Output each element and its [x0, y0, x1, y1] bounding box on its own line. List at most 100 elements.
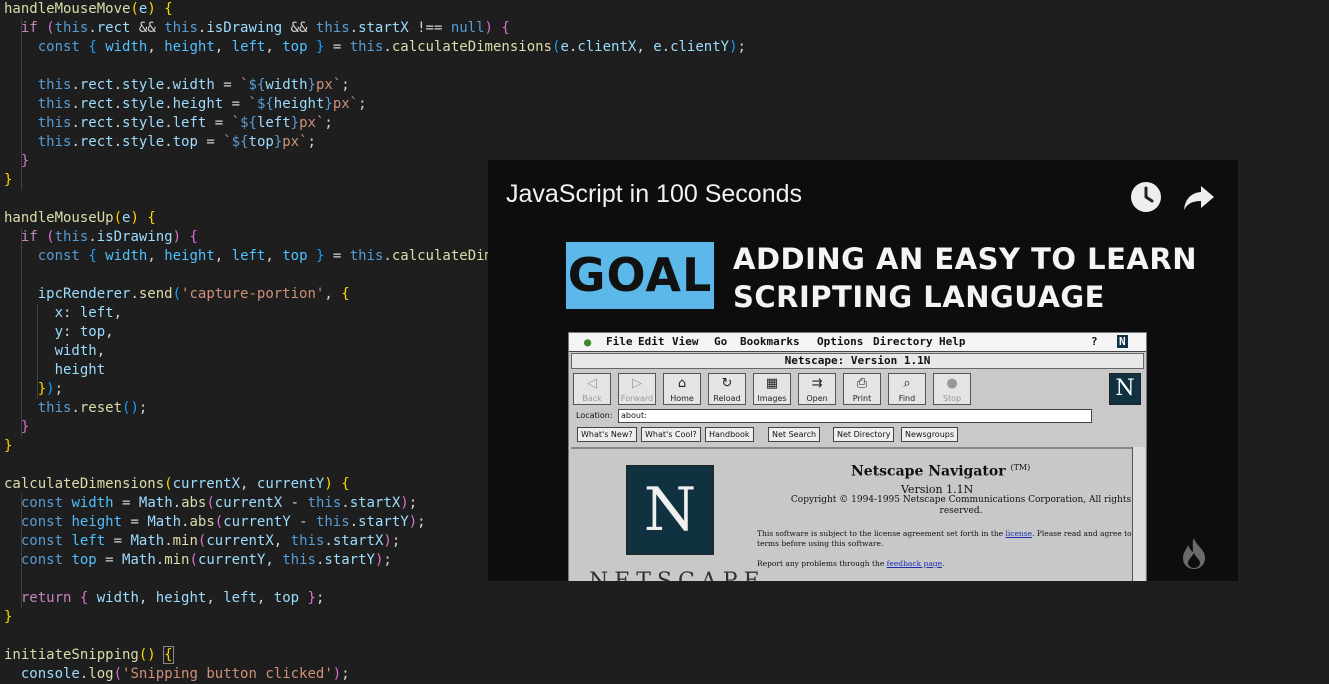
menu-item: Directory [873, 335, 933, 348]
toolbar-icon: ⌂ [677, 376, 687, 391]
code-token: ( [164, 476, 173, 492]
code-token: this [290, 533, 325, 549]
video-title[interactable]: JavaScript in 100 Seconds [506, 180, 802, 209]
netscape-logo: N [626, 465, 714, 555]
code-line[interactable]: if (this.isDrawing) { [4, 228, 198, 247]
code-line[interactable]: handleMouseUp(e) { [4, 209, 156, 228]
code-token: top [172, 134, 198, 150]
code-token: } [4, 609, 13, 625]
code-token: style [122, 96, 165, 112]
code-token: this [37, 400, 72, 416]
code-token: ( [46, 229, 55, 245]
code-line[interactable]: const left = Math.min(currentX, this.sta… [4, 532, 400, 551]
code-token: . [324, 533, 333, 549]
code-token: . [164, 77, 173, 93]
code-token: min [172, 533, 198, 549]
netscape-content: N Netscape Navigator (TM) Version 1.1N C… [571, 447, 1143, 581]
code-line[interactable]: const { width, height, left, top } = thi… [4, 38, 746, 57]
code-token: { [189, 229, 198, 245]
code-token: { [88, 39, 97, 55]
code-line[interactable]: calculateDimensions(currentX, currentY) … [4, 475, 350, 494]
code-token: calculateDimensions [4, 476, 165, 492]
code-token: ` [248, 96, 257, 112]
code-token: rect [79, 115, 114, 131]
code-token: , [240, 476, 257, 492]
code-line[interactable]: } [4, 418, 29, 437]
code-token: const [20, 514, 64, 530]
code-token: . [113, 134, 123, 150]
copyright-text: Copyright © 1994-1995 Netscape Communica… [790, 495, 1132, 516]
code-token: { [147, 210, 156, 226]
code-token: rect [79, 96, 114, 112]
code-token: this [164, 20, 198, 36]
code-line[interactable]: width, [4, 342, 106, 361]
code-token: width [54, 343, 97, 359]
code-token: , [147, 248, 165, 264]
code-token: ; [307, 134, 316, 150]
code-line[interactable]: } [4, 171, 12, 190]
code-token: const [20, 533, 64, 549]
toolbar-label: Reload [713, 394, 741, 403]
toolbar-button: ⌕ Find [888, 373, 926, 405]
code-line[interactable]: ipcRenderer.send('capture-portion', { [4, 285, 350, 304]
fireship-flame-icon [1178, 536, 1210, 570]
code-line[interactable]: const width = Math.abs(currentX - this.s… [4, 494, 417, 513]
code-token: isDrawing [206, 20, 283, 36]
code-token: startX [358, 20, 409, 36]
code-line[interactable]: initiateSnipping() { [4, 646, 174, 665]
code-line[interactable]: this.rect.style.left = `${left}px`; [4, 114, 333, 133]
code-token: style [122, 134, 165, 150]
code-line[interactable]: } [4, 152, 29, 171]
code-token: , [138, 590, 156, 606]
code-token: && [282, 20, 316, 36]
code-token: height [273, 96, 325, 112]
code-token: } [20, 153, 30, 169]
code-token: width [96, 590, 139, 606]
code-token: . [113, 115, 123, 131]
code-token: 'capture-portion' [181, 286, 325, 302]
indent-guide [21, 228, 22, 437]
code-line[interactable]: this.rect.style.top = `${top}px`; [4, 133, 316, 152]
code-line[interactable]: this.reset(); [4, 399, 148, 418]
code-token: startX [332, 533, 384, 549]
code-token: this [349, 39, 384, 55]
code-line[interactable]: handleMouseMove(e) { [4, 0, 173, 19]
code-token: , [265, 39, 283, 55]
code-token: () [122, 400, 139, 416]
code-line[interactable]: const height = Math.abs(currentY - this.… [4, 513, 426, 532]
code-line[interactable]: return { width, height, left, top }; [4, 589, 325, 608]
code-token: width [105, 248, 148, 264]
code-token: ; [408, 495, 418, 511]
code-token: ; [54, 381, 64, 397]
toolbar-button: ⌂ Home [663, 373, 701, 405]
code-token: ; [324, 115, 333, 131]
code-line[interactable]: } [4, 608, 12, 627]
code-token: . [88, 229, 97, 245]
code-token: ( [206, 495, 215, 511]
video-player[interactable]: JavaScript in 100 Seconds GOAL ADDING AN… [488, 160, 1238, 581]
indent-guide [21, 19, 22, 190]
code-line[interactable]: const { width, height, left, top } = thi… [4, 247, 552, 266]
toolbar-label: Forward [620, 394, 654, 403]
code-line[interactable]: } [4, 437, 12, 456]
code-token: ; [417, 514, 426, 530]
code-token: currentY [223, 514, 291, 530]
code-token: : [63, 305, 80, 321]
toolbar-icon: ▷ [632, 376, 642, 391]
code-token: reset [79, 400, 123, 416]
code-token: top [282, 39, 308, 55]
code-line[interactable]: height [4, 361, 106, 380]
share-arrow-icon[interactable] [1182, 180, 1216, 214]
code-line[interactable]: this.rect.style.height = `${height}px`; [4, 95, 367, 114]
code-line[interactable]: console.log('Snipping button clicked'); [4, 665, 350, 684]
code-token: = [223, 96, 249, 112]
code-line[interactable]: this.rect.style.width = `${width}px`; [4, 76, 350, 95]
code-line[interactable]: }); [4, 380, 63, 399]
code-line[interactable]: const top = Math.min(currentY, this.star… [4, 551, 392, 570]
code-token: handleMouseUp [4, 210, 114, 226]
code-token: ) [408, 514, 418, 530]
clock-icon[interactable] [1129, 180, 1163, 214]
toolbar-button: ↻ Reload [708, 373, 746, 405]
code-line[interactable]: if (this.rect && this.isDrawing && this.… [4, 19, 510, 38]
